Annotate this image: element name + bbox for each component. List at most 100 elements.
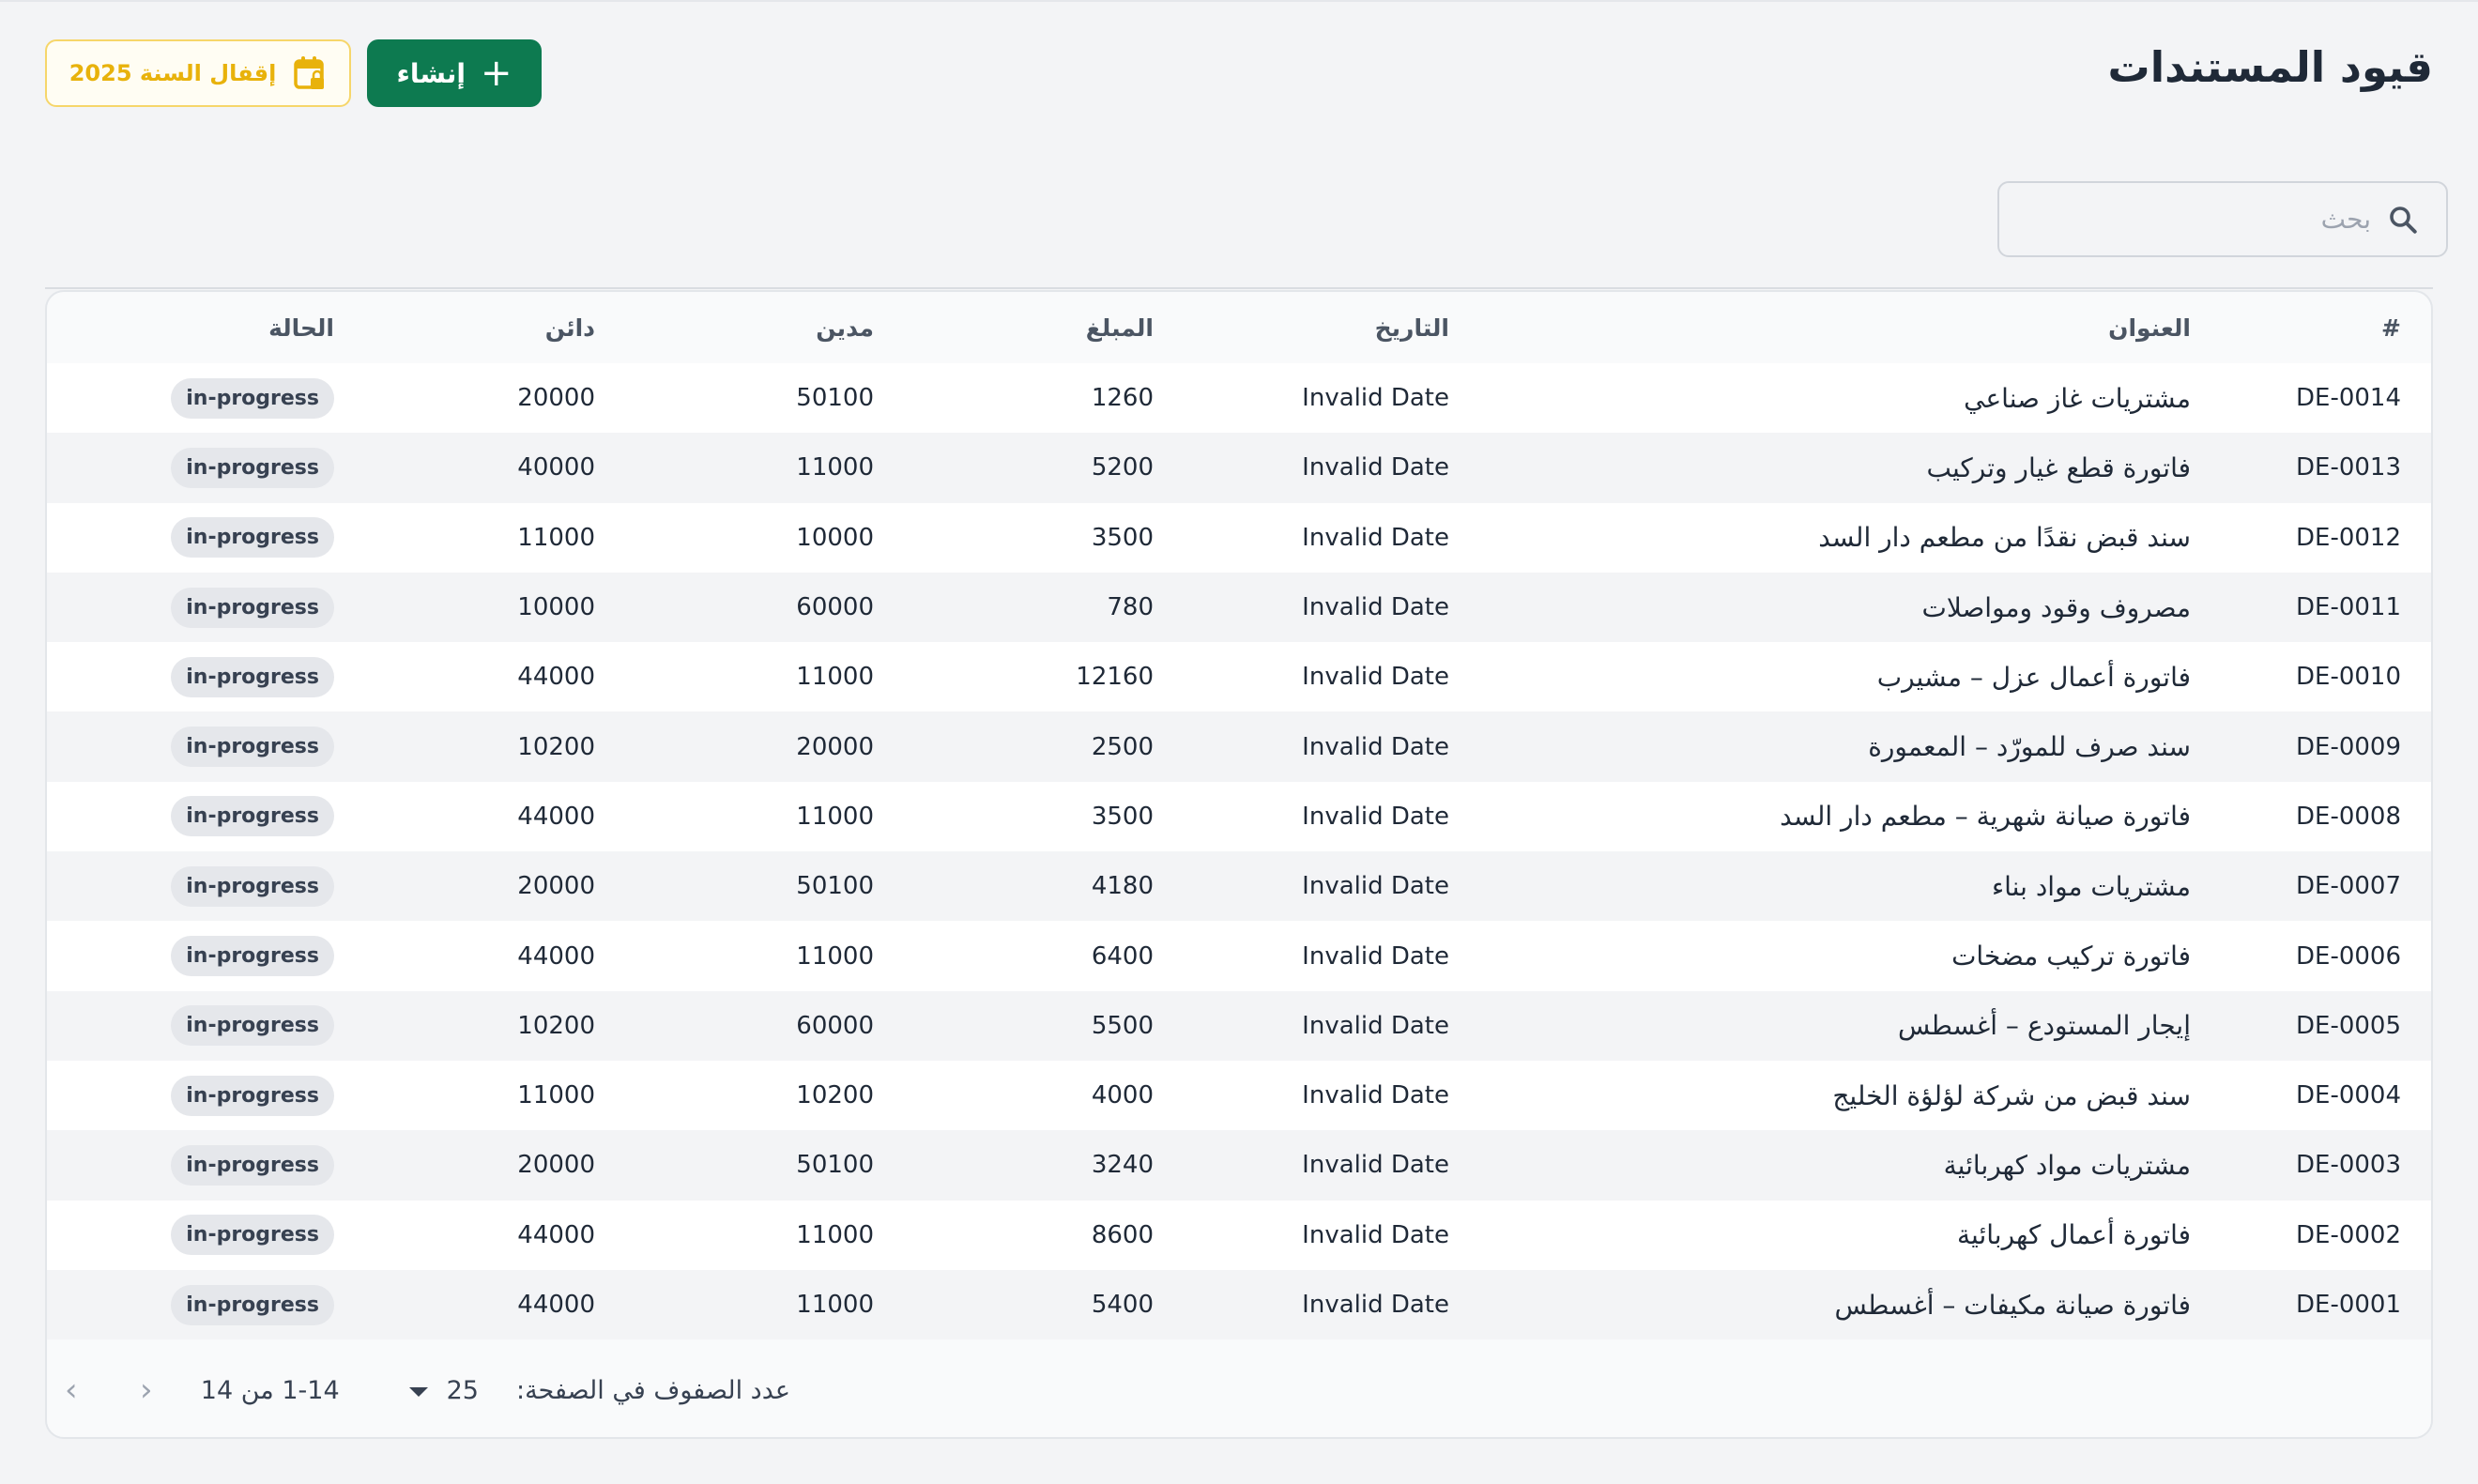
status-badge: in-progress — [171, 1075, 334, 1116]
row-date: Invalid Date — [1302, 732, 1449, 761]
column-header-amount[interactable]: المبلغ — [874, 292, 1154, 363]
row-credit: 44000 — [517, 802, 595, 831]
status-badge: in-progress — [171, 936, 334, 977]
row-date: Invalid Date — [1302, 593, 1449, 622]
rows-per-page-value: 25 — [446, 1375, 479, 1405]
row-status: in-progress — [47, 433, 336, 502]
column-header-title[interactable]: العنوان — [1449, 292, 2191, 363]
row-id: DE-0014 — [2296, 384, 2401, 413]
row-status: in-progress — [47, 991, 336, 1061]
pagination: عدد الصفوف في الصفحة: 25 1-14 من 14 ‹ › — [47, 1343, 2431, 1437]
status-badge: in-progress — [171, 587, 334, 628]
table-row[interactable]: DE-0011 مصروف وقود ومواصلات Invalid Date 78… — [47, 572, 2431, 643]
row-amount: 5200 — [1091, 453, 1154, 482]
row-debit: 50100 — [796, 872, 874, 901]
column-header-credit[interactable]: دائن — [336, 292, 595, 363]
row-id: DE-0011 — [2296, 593, 2401, 622]
table-row[interactable]: DE-0003 مشتريات مواد كهربائية Invalid Date… — [47, 1130, 2431, 1201]
table-row[interactable]: DE-0001 فاتورة صيانة مكيفات – أغسطس Invali… — [47, 1269, 2431, 1340]
row-date: Invalid Date — [1302, 872, 1449, 901]
table-row[interactable]: DE-0006 فاتورة تركيب مضخات Invalid Date 640… — [47, 921, 2431, 991]
row-id: DE-0009 — [2296, 732, 2401, 761]
row-date: Invalid Date — [1302, 941, 1449, 971]
row-title: مصروف وقود ومواصلات — [1921, 591, 2191, 623]
table-row[interactable]: DE-0012 سند قبض نقدًا من مطعم دار السد Inv… — [47, 502, 2431, 573]
page-range: 1-14 من 14 — [200, 1375, 340, 1405]
row-amount: 3240 — [1091, 1151, 1154, 1180]
row-debit: 11000 — [796, 1220, 874, 1249]
row-credit: 40000 — [517, 453, 595, 482]
table-row[interactable]: DE-0005 إيجار المستودع – أغسطس Invalid Dat… — [47, 990, 2431, 1061]
row-debit: 11000 — [796, 453, 874, 482]
row-title: فاتورة أعمال عزل – مشيرب — [1876, 661, 2191, 693]
row-status: in-progress — [47, 573, 336, 642]
table-row[interactable]: DE-0008 فاتورة صيانة شهرية – مطعم دار الس… — [47, 781, 2431, 852]
row-date: Invalid Date — [1302, 1081, 1449, 1110]
table-row[interactable]: DE-0009 سند صرف للمورّد – المعمورة Invalid… — [47, 711, 2431, 782]
row-debit: 20000 — [796, 732, 874, 761]
row-debit: 50100 — [796, 1151, 874, 1180]
table-row[interactable]: DE-0010 فاتورة أعمال عزل – مشيرب Invalid D… — [47, 642, 2431, 712]
rows-per-page-select[interactable]: 25 — [408, 1375, 479, 1405]
status-badge: in-progress — [171, 517, 334, 558]
row-status: in-progress — [47, 1201, 336, 1270]
row-title: مشتريات مواد كهربائية — [1943, 1149, 2191, 1181]
row-credit: 44000 — [517, 941, 595, 971]
header-actions: + إنشاء إقفال السنة 2025 — [45, 39, 542, 107]
row-amount: 8600 — [1091, 1220, 1154, 1249]
row-id: DE-0004 — [2296, 1081, 2401, 1110]
row-credit: 44000 — [517, 1220, 595, 1249]
row-amount: 4000 — [1091, 1081, 1154, 1110]
row-id: DE-0010 — [2296, 663, 2401, 692]
create-button[interactable]: + إنشاء — [367, 39, 542, 107]
row-id: DE-0005 — [2296, 1011, 2401, 1040]
column-header-id[interactable]: # — [2191, 292, 2431, 363]
row-id: DE-0002 — [2296, 1220, 2401, 1249]
row-amount: 5400 — [1091, 1291, 1154, 1319]
calendar-lock-icon — [294, 56, 325, 89]
row-date: Invalid Date — [1302, 1151, 1449, 1180]
row-debit: 10200 — [796, 1081, 874, 1110]
row-amount: 4180 — [1091, 872, 1154, 901]
table-row[interactable]: DE-0007 مشتريات مواد بناء Invalid Date 4180… — [47, 851, 2431, 922]
table-row[interactable]: DE-0014 مشتريات غاز صناعي Invalid Date 1260… — [47, 363, 2431, 434]
row-status: in-progress — [47, 851, 336, 921]
search-input[interactable] — [1999, 204, 2371, 235]
row-debit: 11000 — [796, 941, 874, 971]
row-credit: 11000 — [517, 523, 595, 552]
row-amount: 5500 — [1091, 1011, 1154, 1040]
row-amount: 6400 — [1091, 941, 1154, 971]
column-header-debit[interactable]: مدين — [595, 292, 874, 363]
row-status: in-progress — [47, 782, 336, 851]
row-debit: 11000 — [796, 1291, 874, 1319]
row-title: مشتريات مواد بناء — [1991, 870, 2191, 902]
status-badge: in-progress — [171, 727, 334, 768]
previous-page-icon[interactable]: ‹ — [54, 1371, 88, 1409]
row-credit: 20000 — [517, 872, 595, 901]
row-status: in-progress — [47, 642, 336, 711]
row-id: DE-0003 — [2296, 1151, 2401, 1180]
table-row[interactable]: DE-0004 سند قبض من شركة لؤلؤة الخليج Inval… — [47, 1060, 2431, 1131]
status-badge: in-progress — [171, 447, 334, 488]
row-credit: 44000 — [517, 1291, 595, 1319]
column-header-date[interactable]: التاريخ — [1154, 292, 1449, 363]
close-year-button[interactable]: إقفال السنة 2025 — [45, 39, 351, 107]
row-status: in-progress — [47, 503, 336, 573]
column-header-status[interactable]: الحالة — [47, 292, 336, 363]
row-date: Invalid Date — [1302, 1220, 1449, 1249]
rows-per-page-label: عدد الصفوف في الصفحة: — [515, 1375, 790, 1405]
row-amount: 1260 — [1091, 384, 1154, 413]
table-body: DE-0014 مشتريات غاز صناعي Invalid Date 1260… — [47, 363, 2431, 1340]
row-id: DE-0012 — [2296, 523, 2401, 552]
row-debit: 10000 — [796, 523, 874, 552]
row-status: in-progress — [47, 1061, 336, 1130]
row-debit: 11000 — [796, 663, 874, 692]
row-date: Invalid Date — [1302, 1291, 1449, 1319]
row-id: DE-0008 — [2296, 802, 2401, 831]
row-credit: 20000 — [517, 1151, 595, 1180]
table-row[interactable]: DE-0002 فاتورة أعمال كهربائية Invalid Date… — [47, 1200, 2431, 1270]
table-row[interactable]: DE-0013 فاتورة قطع غيار وتركيب Invalid Dat… — [47, 433, 2431, 503]
row-status: in-progress — [47, 363, 336, 433]
row-date: Invalid Date — [1302, 1011, 1449, 1040]
next-page-icon[interactable]: › — [130, 1371, 163, 1409]
